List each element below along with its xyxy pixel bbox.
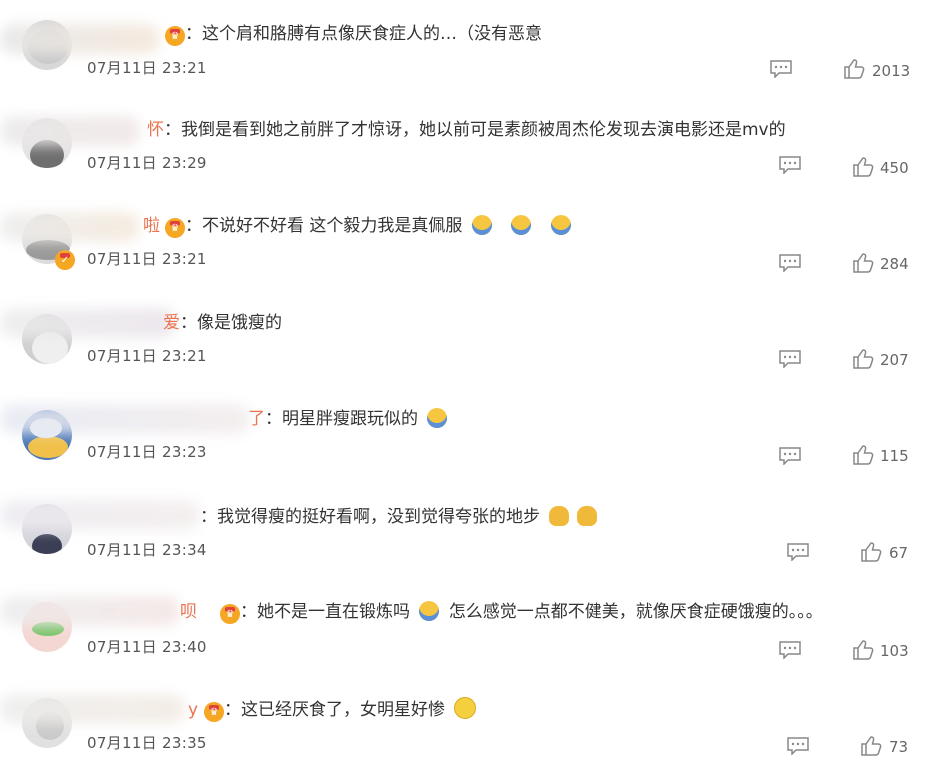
like-count: 450	[880, 159, 909, 177]
username[interactable]	[0, 24, 160, 54]
comment-icon[interactable]	[770, 60, 792, 78]
comment-item: 怀：我倒是看到她之前胖了才惊讶，她以前可是素颜被周杰伦发现去演电影还是mv的 0…	[0, 104, 942, 200]
laugh-cry-emoji-icon	[454, 697, 477, 719]
username[interactable]	[0, 404, 250, 434]
like-count: 284	[880, 255, 909, 273]
comment-text: ：我觉得瘦的挺好看啊，没到觉得夸张的地步	[200, 503, 601, 531]
pray-emoji-icon	[549, 506, 570, 526]
comment-icon[interactable]	[779, 350, 801, 368]
thumbs-up-icon[interactable]	[852, 252, 874, 274]
thumbs-up-icon[interactable]	[852, 156, 874, 178]
comment-text-body: ：不说好不好看 这个毅力我是真佩服	[185, 212, 575, 240]
sad-emoji-icon	[427, 408, 448, 428]
username[interactable]	[0, 500, 200, 530]
like-count: 73	[889, 738, 909, 756]
comment-text: ：这个肩和胳膊有点像厌食症人的…（没有恶意	[185, 24, 542, 44]
comment-icon[interactable]	[787, 543, 809, 561]
thumbs-up-icon[interactable]	[852, 444, 874, 466]
vip-crown-icon: ♛	[165, 218, 185, 238]
comment-time: 07月11日 23:29	[87, 154, 207, 172]
comment-text: 怀：我倒是看到她之前胖了才惊讶，她以前可是素颜被周杰伦发现去演电影还是mv的	[147, 120, 786, 140]
like-count: 67	[889, 544, 909, 562]
sad-emoji-icon	[550, 215, 571, 235]
comment-text: 了：明星胖瘦跟玩似的	[248, 405, 451, 433]
like-count: 2013	[872, 62, 911, 80]
vip-crown-icon: ♛	[165, 26, 185, 46]
comment-item: 爱：像是饿瘦的 07月11日 23:21 207	[0, 296, 942, 392]
sad-emoji-icon	[419, 601, 440, 621]
thumbs-up-icon[interactable]	[843, 58, 865, 80]
thumbs-up-icon[interactable]	[860, 541, 882, 563]
comment-text: 呗	[180, 602, 197, 622]
comment-item: 呗 ♛ ：她不是一直在锻炼吗 怎么感觉一点都不健美，就像厌食症硬饿瘦的。。。 0…	[0, 584, 942, 680]
like-count: 115	[880, 447, 909, 465]
vip-crown-icon: ♛	[220, 604, 240, 624]
comment-time: 07月11日 23:35	[87, 734, 207, 752]
comment-time: 07月11日 23:21	[87, 347, 207, 365]
pray-emoji-icon	[577, 506, 598, 526]
comment-icon[interactable]	[787, 737, 809, 755]
comment-item: y ♛ ：这已经厌食了，女明星好惨 07月11日 23:35 73	[0, 682, 942, 778]
like-count: 207	[880, 351, 909, 369]
comment-text: 啦	[143, 216, 160, 236]
comment-item: ♛ ：这个肩和胳膊有点像厌食症人的…（没有恶意 07月11日 23:21 201…	[0, 8, 942, 104]
comment-list: ♛ ：这个肩和胳膊有点像厌食症人的…（没有恶意 07月11日 23:21 201…	[0, 0, 942, 774]
comment-item: 了：明星胖瘦跟玩似的 07月11日 23:23 115	[0, 392, 942, 488]
comment-time: 07月11日 23:21	[87, 250, 207, 268]
comment-text: 爱：像是饿瘦的	[163, 313, 282, 333]
username[interactable]	[0, 116, 140, 146]
comment-time: 07月11日 23:34	[87, 541, 207, 559]
verified-badge-icon: ✓	[55, 250, 75, 270]
sad-emoji-icon	[511, 215, 532, 235]
comment-icon[interactable]	[779, 447, 801, 465]
username[interactable]	[0, 308, 175, 338]
sad-emoji-icon	[471, 215, 492, 235]
comment-icon[interactable]	[779, 254, 801, 272]
comment-time: 07月11日 23:40	[87, 638, 207, 656]
like-count: 103	[880, 642, 909, 660]
comment-icon[interactable]	[779, 641, 801, 659]
comment-item: ：我觉得瘦的挺好看啊，没到觉得夸张的地步 07月11日 23:34 67	[0, 488, 942, 584]
comment-text: y	[188, 700, 199, 720]
comment-icon[interactable]	[779, 156, 801, 174]
thumbs-up-icon[interactable]	[860, 735, 882, 757]
comment-item: ✓ 啦 ♛ ：不说好不好看 这个毅力我是真佩服 07月11日 23:21 284	[0, 200, 942, 296]
username[interactable]	[0, 694, 185, 724]
thumbs-up-icon[interactable]	[852, 639, 874, 661]
comment-text-body: ：她不是一直在锻炼吗 怎么感觉一点都不健美，就像厌食症硬饿瘦的。。。	[240, 601, 823, 622]
thumbs-up-icon[interactable]	[852, 348, 874, 370]
comment-time: 07月11日 23:23	[87, 443, 207, 461]
vip-crown-icon: ♛	[204, 702, 224, 722]
username[interactable]	[0, 212, 140, 242]
username[interactable]	[0, 596, 180, 626]
comment-text-body: ：这已经厌食了，女明星好惨	[224, 696, 480, 724]
comment-time: 07月11日 23:21	[87, 59, 207, 77]
